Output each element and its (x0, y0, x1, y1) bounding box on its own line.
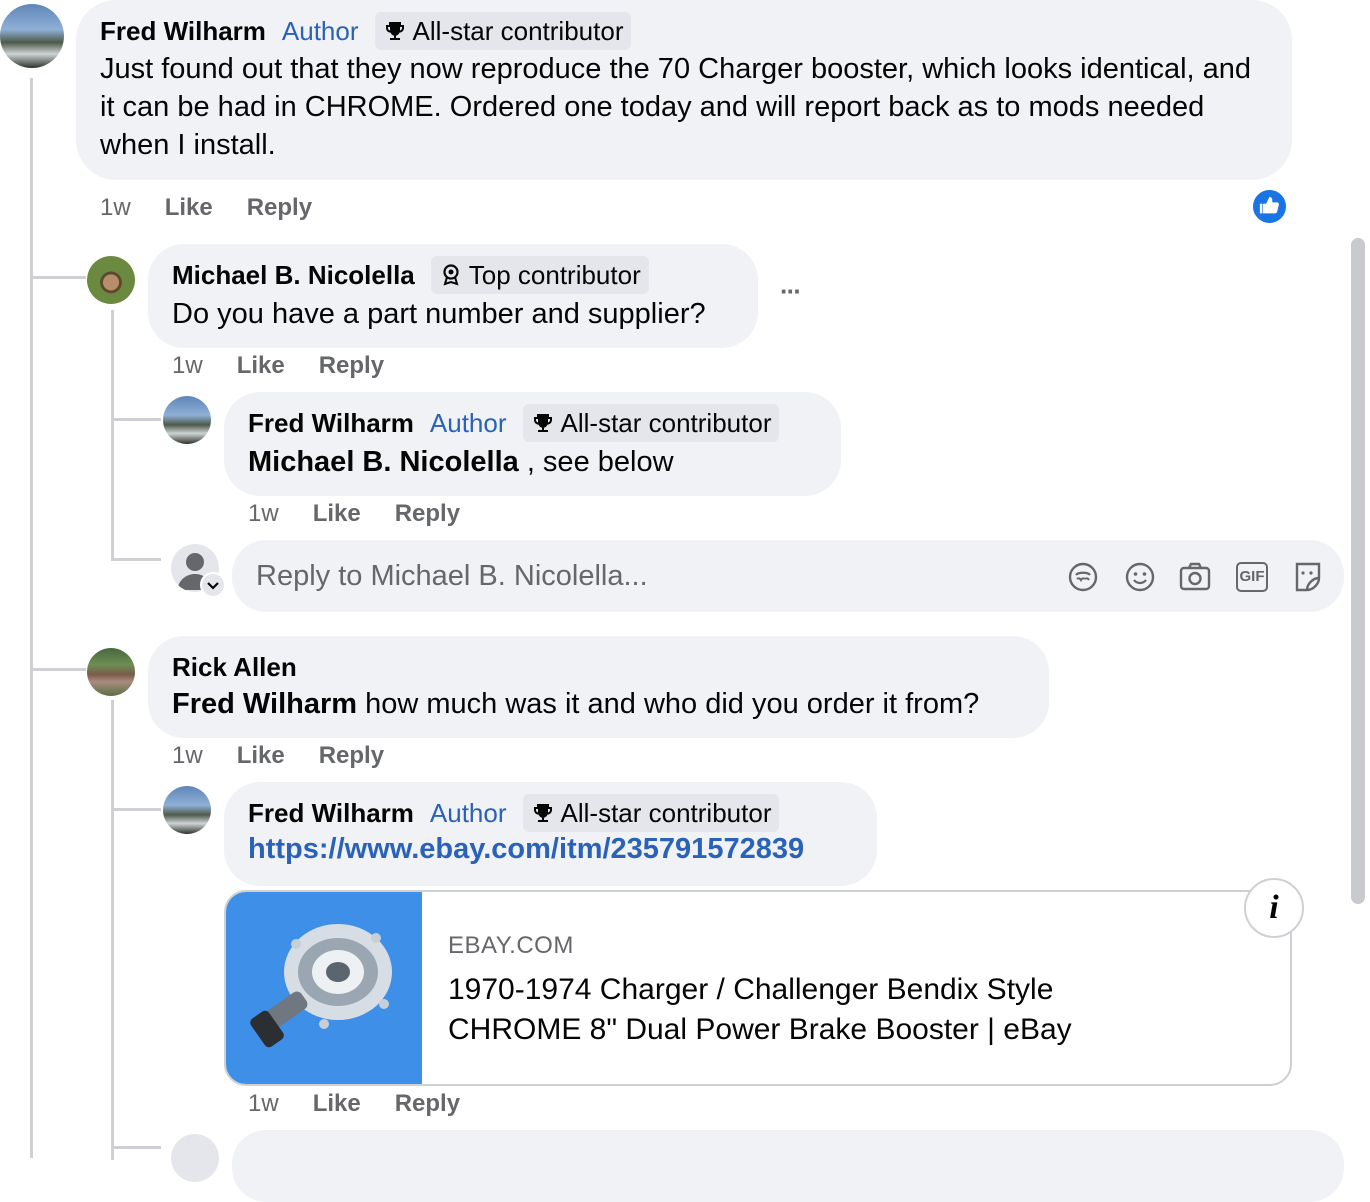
account-switch-chevron-icon[interactable] (200, 572, 226, 598)
emoji-icon[interactable] (1123, 560, 1157, 594)
link-domain: EBAY.COM (448, 932, 574, 959)
comment-author-name[interactable]: Fred Wilharm (248, 798, 414, 829)
like-button[interactable]: Like (237, 742, 285, 770)
link-title-line1: 1970-1974 Charger / Challenger Bendix St… (448, 973, 1054, 1006)
all-star-badge[interactable]: All-star contributor (522, 404, 780, 442)
all-star-badge[interactable]: All-star contributor (374, 12, 632, 50)
comment-bubble-c4: Rick Allen Fred Wilharm how much was it … (148, 636, 1049, 738)
badge-icon (443, 264, 459, 286)
author-label: Author (429, 407, 507, 438)
comment-bubble-c1: Fred Wilharm Author All-star contributor… (76, 0, 1292, 180)
mention-link[interactable]: Fred Wilharm (172, 688, 357, 720)
comment-text: Do you have a part number and supplier? (172, 298, 706, 330)
info-icon[interactable]: i (1244, 878, 1304, 938)
comment-actions-c5: 1w Like Reply (248, 1090, 460, 1118)
like-button[interactable]: Like (165, 194, 213, 222)
comment-actions-c2: 1w Like Reply (172, 352, 384, 380)
comment-author-name[interactable]: Michael B. Nicolella (172, 260, 415, 291)
avatar-fred-wilharm[interactable] (163, 786, 211, 834)
reply-button[interactable]: Reply (319, 352, 384, 380)
comment-text-rest: , see below (518, 446, 674, 478)
timestamp[interactable]: 1w (248, 1090, 279, 1118)
badge-label: All-star contributor (560, 797, 772, 828)
comment-author-name[interactable]: Fred Wilharm (100, 16, 266, 47)
comment-bubble-c3: Fred Wilharm Author All-star contributor… (224, 392, 841, 496)
comment-text: Just found out that they now reproduce t… (100, 53, 1252, 161)
trophy-icon (533, 414, 552, 432)
badge-label: All-star contributor (560, 407, 772, 438)
scrollbar-thumb[interactable] (1351, 238, 1365, 904)
comment-link[interactable]: https://www.ebay.com/itm/235791572839 (248, 833, 804, 866)
author-label: Author (429, 797, 507, 828)
thread-connector-c4 (30, 668, 86, 671)
gif-icon[interactable]: GIF (1236, 562, 1268, 592)
camera-icon[interactable] (1178, 560, 1212, 594)
timestamp[interactable]: 1w (248, 500, 279, 528)
top-contributor-badge[interactable]: Top contributor (430, 256, 649, 294)
thread-line-main (30, 78, 33, 1158)
like-button[interactable]: Like (237, 352, 285, 380)
comment-author-name[interactable]: Rick Allen (172, 652, 297, 683)
avatar-rick-allen[interactable] (87, 648, 135, 696)
thread-connector-c2 (30, 276, 86, 279)
link-title-line2: CHROME 8" Dual Power Brake Booster | eBa… (448, 1013, 1072, 1046)
thread-connector-replybox (111, 558, 161, 561)
more-options-button[interactable]: ··· (780, 276, 802, 307)
reply-button[interactable]: Reply (395, 500, 460, 528)
comment-actions-c3: 1w Like Reply (248, 500, 460, 528)
reply-button[interactable]: Reply (319, 742, 384, 770)
comment-text-rest: how much was it and who did you order it… (357, 688, 980, 720)
reply-button[interactable]: Reply (395, 1090, 460, 1118)
author-label: Author (281, 15, 359, 46)
trophy-icon (385, 22, 404, 40)
comment-text: Michael B. Nicolella , see below (248, 443, 674, 481)
thread-line-c2 (111, 310, 114, 560)
link-preview-card[interactable]: EBAY.COM 1970-1974 Charger / Challenger … (224, 890, 1292, 1086)
comment-actions-c1: 1w Like Reply (100, 194, 312, 222)
avatar-fred-wilharm[interactable] (163, 396, 211, 444)
badge-label: Top contributor (468, 259, 641, 290)
thumbs-up-icon[interactable] (1251, 188, 1288, 225)
badge-label: All-star contributor (412, 15, 624, 46)
reply-input-bottom[interactable] (232, 1130, 1344, 1202)
comment-actions-c4: 1w Like Reply (172, 742, 384, 770)
timestamp[interactable]: 1w (100, 194, 131, 222)
timestamp[interactable]: 1w (172, 742, 203, 770)
comment-bubble-c2: Michael B. Nicolella Top contributor Do … (148, 244, 758, 348)
avatar-michael-nicolella[interactable] (87, 256, 135, 304)
thread-line-c4 (111, 700, 114, 1160)
thread-connector-c5 (111, 808, 161, 811)
thread-connector-bottom (111, 1146, 161, 1149)
avatar-sticker-icon[interactable] (1066, 560, 1100, 594)
avatar-fred-wilharm[interactable] (0, 4, 64, 68)
reply-input[interactable]: Reply to Michael B. Nicolella... GIF (232, 540, 1344, 612)
comment-text: Fred Wilharm how much was it and who did… (172, 685, 979, 723)
product-image (226, 892, 422, 1084)
thread-connector-c3 (111, 418, 161, 421)
sticker-icon[interactable] (1291, 560, 1325, 594)
reply-button[interactable]: Reply (247, 194, 312, 222)
all-star-badge[interactable]: All-star contributor (522, 794, 780, 832)
current-user-avatar-bottom[interactable] (171, 1134, 219, 1182)
like-button[interactable]: Like (313, 1090, 361, 1118)
like-button[interactable]: Like (313, 500, 361, 528)
comment-author-name[interactable]: Fred Wilharm (248, 408, 414, 439)
reply-placeholder: Reply to Michael B. Nicolella... (256, 560, 648, 592)
timestamp[interactable]: 1w (172, 352, 203, 380)
trophy-icon (533, 804, 552, 822)
mention-link[interactable]: Michael B. Nicolella (248, 446, 519, 478)
comment-bubble-c5: Fred Wilharm Author All-star contributor… (224, 782, 877, 886)
